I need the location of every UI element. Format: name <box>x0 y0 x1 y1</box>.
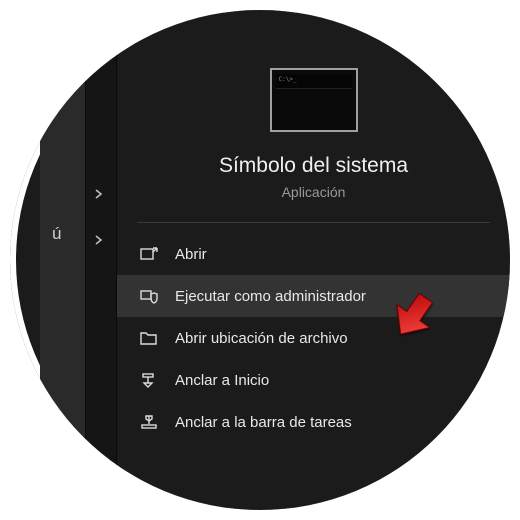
start-menu-detail: ú Símbolo del sistema Aplicación Abrir <box>10 10 510 510</box>
app-subtitle: Aplicación <box>117 184 510 200</box>
divider <box>137 222 490 223</box>
pin-taskbar-icon <box>137 412 161 432</box>
action-open[interactable]: Abrir <box>117 233 510 275</box>
expand-column <box>86 10 116 510</box>
app-header: Símbolo del sistema Aplicación <box>117 10 510 200</box>
app-title: Símbolo del sistema <box>117 154 510 178</box>
menu-fragment: ú <box>52 224 61 244</box>
open-icon <box>137 244 161 264</box>
chevron-right-icon[interactable] <box>94 232 104 248</box>
action-label: Anclar a Inicio <box>175 372 269 389</box>
action-pin-start[interactable]: Anclar a Inicio <box>117 359 510 401</box>
cmd-icon <box>270 68 358 132</box>
action-list: Abrir Ejecutar como administrador Abrir … <box>117 233 510 443</box>
chevron-right-icon[interactable] <box>94 186 104 202</box>
pin-start-icon <box>137 370 161 390</box>
result-detail-panel: Símbolo del sistema Aplicación Abrir Eje… <box>116 10 510 510</box>
folder-icon <box>137 328 161 348</box>
left-rail: ú <box>40 10 86 510</box>
action-pin-taskbar[interactable]: Anclar a la barra de tareas <box>117 401 510 443</box>
action-label: Ejecutar como administrador <box>175 288 366 305</box>
admin-shield-icon <box>137 286 161 306</box>
action-label: Abrir <box>175 246 207 263</box>
action-label: Abrir ubicación de archivo <box>175 330 348 347</box>
action-open-location[interactable]: Abrir ubicación de archivo <box>117 317 510 359</box>
action-label: Anclar a la barra de tareas <box>175 414 352 431</box>
